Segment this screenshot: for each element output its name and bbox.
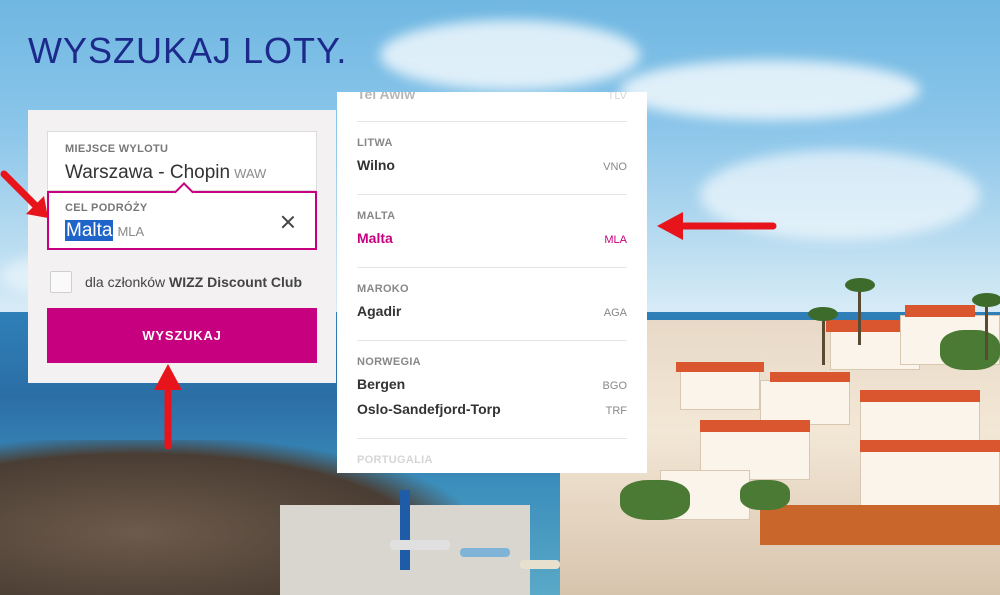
discount-club-prefix: dla członków xyxy=(85,274,166,290)
page-title: WYSZUKAJ LOTY. xyxy=(28,30,348,71)
country-header: MAROKO xyxy=(357,283,409,295)
list-item-oslo-sandefjord-torp[interactable]: Oslo-Sandefjord-Torp TRF xyxy=(357,401,627,426)
country-group-maroko: MAROKO Agadir AGA xyxy=(357,283,627,328)
close-icon[interactable] xyxy=(281,215,295,229)
discount-club-checkbox[interactable] xyxy=(50,271,72,293)
destination-code: MLA xyxy=(117,224,145,239)
origin-city: Warszawa - Chopin xyxy=(65,162,231,183)
arrow-annotation-icon xyxy=(657,212,777,240)
list-city: Agadir xyxy=(357,303,402,319)
destination-input[interactable]: Malta MLA xyxy=(65,220,144,242)
list-city: Bergen xyxy=(357,376,406,392)
destination-dropdown[interactable]: Tel Awiw TLV LITWA Wilno VNO MALTA Malta… xyxy=(337,92,647,473)
list-code: BGO xyxy=(602,380,627,392)
divider xyxy=(357,194,627,195)
list-city: Malta xyxy=(357,230,393,246)
arrow-annotation-icon xyxy=(154,364,182,450)
origin-value[interactable]: Warszawa - Chopin WAW xyxy=(65,162,266,184)
list-item-partial-top[interactable]: Tel Awiw TLV xyxy=(357,92,627,111)
country-header: NORWEGIA xyxy=(357,356,421,368)
country-header: MALTA xyxy=(357,210,396,222)
list-item-wilno[interactable]: Wilno VNO xyxy=(357,157,627,182)
list-code: AGA xyxy=(603,307,627,319)
divider xyxy=(357,438,627,439)
list-city: Wilno xyxy=(357,157,395,173)
destination-selected-text: Malta xyxy=(65,220,114,241)
divider xyxy=(357,267,627,268)
list-code: VNO xyxy=(603,161,627,173)
origin-label: MIEJSCE WYLOTU xyxy=(65,143,169,155)
discount-club-option[interactable]: dla członków WIZZ Discount Club xyxy=(50,270,302,294)
list-code: MLA xyxy=(604,234,627,246)
list-item-agadir[interactable]: Agadir AGA xyxy=(357,303,627,328)
country-group-malta: MALTA Malta MLA xyxy=(357,210,627,255)
country-header: PORTUGALIA xyxy=(357,454,433,466)
country-group-norwegia: NORWEGIA Bergen BGO Oslo-Sandefjord-Torp… xyxy=(357,356,627,426)
search-button[interactable]: WYSZUKAJ xyxy=(47,308,317,363)
country-group-portugalia: PORTUGALIA xyxy=(357,454,627,466)
country-header: LITWA xyxy=(357,137,393,149)
origin-code: WAW xyxy=(234,166,267,181)
list-code: TLV xyxy=(607,92,627,102)
destination-label: CEL PODRÓŻY xyxy=(65,202,148,214)
discount-club-label: dla członków WIZZ Discount Club xyxy=(85,274,302,290)
list-city: Oslo-Sandefjord-Torp xyxy=(357,401,501,417)
country-group-litwa: LITWA Wilno VNO xyxy=(357,137,627,182)
origin-field[interactable]: MIEJSCE WYLOTU Warszawa - Chopin WAW xyxy=(47,131,317,191)
divider xyxy=(357,340,627,341)
destination-field[interactable]: CEL PODRÓŻY Malta MLA xyxy=(47,182,317,250)
list-code: TRF xyxy=(605,405,627,417)
flight-search-panel: MIEJSCE WYLOTU Warszawa - Chopin WAW CEL … xyxy=(28,110,336,383)
list-item-bergen[interactable]: Bergen BGO xyxy=(357,376,627,401)
arrow-annotation-icon xyxy=(0,170,48,218)
list-city: Tel Awiw xyxy=(357,92,416,102)
divider xyxy=(357,121,627,122)
list-item-malta[interactable]: Malta MLA xyxy=(357,230,627,255)
discount-club-name: WIZZ Discount Club xyxy=(169,274,303,290)
